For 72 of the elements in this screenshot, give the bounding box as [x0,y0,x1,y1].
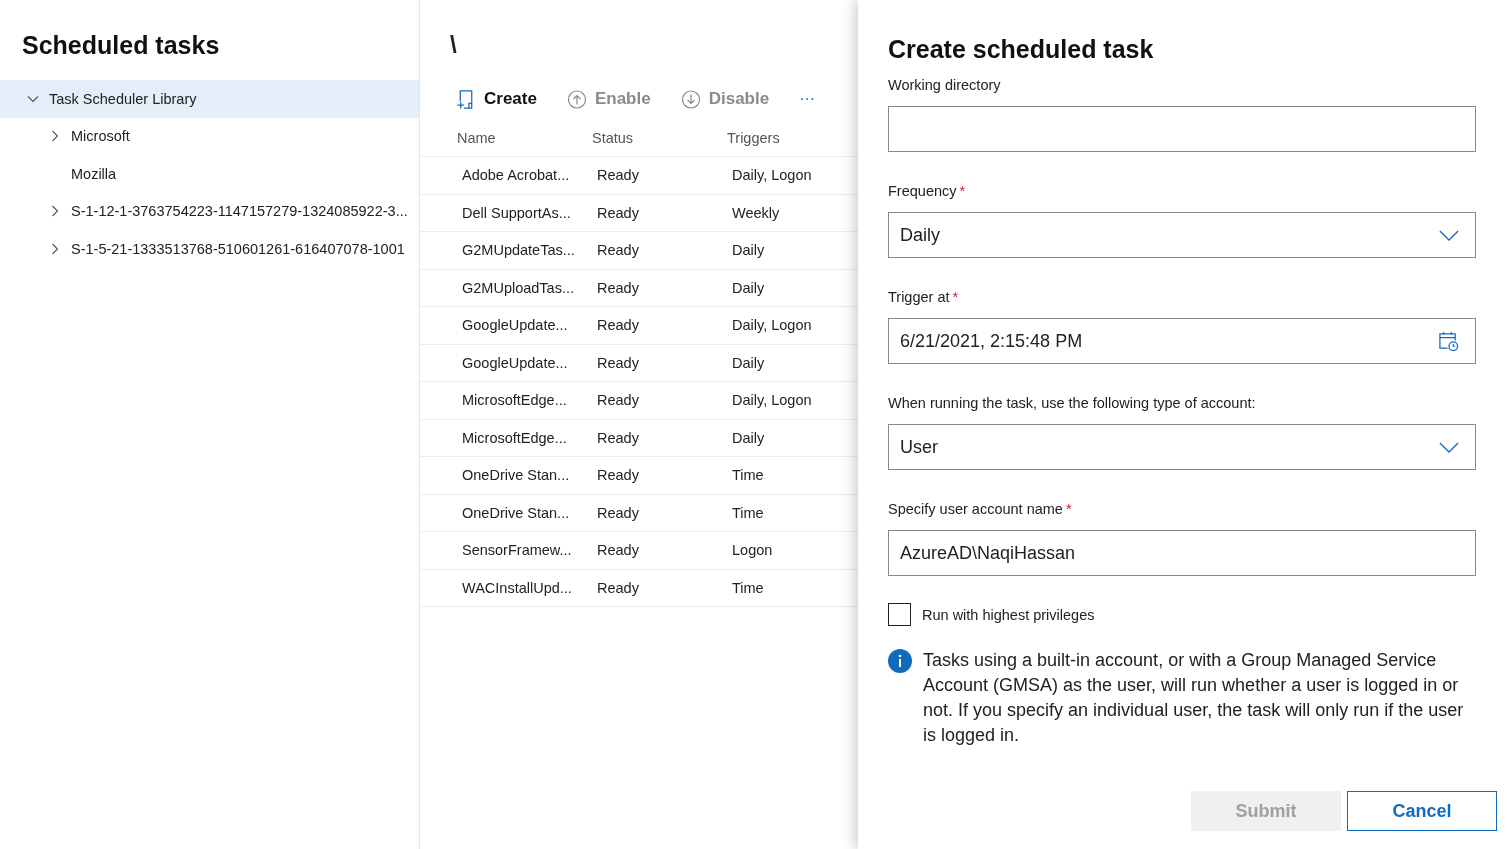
table-cell-text: MicrosoftEdge... [462,392,568,409]
table-cell-text: GoogleUpdate... [462,317,569,334]
checkbox[interactable] [888,603,911,626]
field-label: Specify user account name [888,500,1063,518]
table-cell-text: Daily, Logon [732,167,813,184]
table-cell-text: Ready [597,392,640,409]
tree-item[interactable]: S-1-5-21-1333513768-510601261-616407078-1001 [0,230,419,268]
dropdown[interactable]: User [888,424,1476,470]
required-asterisk: * [959,182,966,200]
field-label: Trigger at [888,288,950,306]
table-cell-text: Ready [597,542,640,559]
field-label: Frequency [888,182,957,200]
table-cell-text: Ready [597,279,640,296]
table-cell-text: Logon [732,542,774,559]
table-cell-text: G2MUpdateTas... [462,242,576,259]
cancel-button[interactable]: Cancel [1347,791,1497,831]
table-cell-text: SensorFramew... [462,542,573,559]
page-title: Scheduled tasks [21,30,221,61]
tree-item[interactable]: S-1-12-1-3763754223-1147157279-1324085922-3... [0,192,419,230]
table-cell-text: Daily [732,279,766,296]
table-cell-text: OneDrive Stan... [462,504,571,521]
field-label: When running the task, use the following type of account: [888,394,1256,412]
tree-item[interactable]: Task Scheduler Library [0,80,419,118]
date-picker[interactable]: 6/21/2021, 2:15:48 PM [888,318,1476,364]
table-cell-text: MicrosoftEdge... [462,429,568,446]
column-header[interactable]: Status [592,130,727,146]
table-cell-text: Daily [732,429,766,446]
table-cell-text: Daily, Logon [732,392,813,409]
toolbar-button[interactable]: Create [456,88,537,110]
checkbox-label[interactable]: Run with highest privileges [922,606,1095,623]
required-asterisk: * [1065,500,1072,518]
table-cell-text: Dell SupportAs... [462,204,572,221]
table-cell-text: Ready [597,167,640,184]
arrow-up-circle-icon [566,88,587,110]
panel-title: Create scheduled task [888,34,1155,65]
folder-path: \ [449,30,458,60]
table-cell-text: Ready [597,504,640,521]
table-cell-text: Ready [597,204,640,221]
table-cell-text: Daily [732,354,766,371]
column-header[interactable]: Triggers [727,130,858,146]
table-cell-text: Daily, Logon [732,317,813,334]
info-icon [888,649,912,673]
table-cell-text: Ready [597,242,640,259]
table-cell-text: Time [732,467,765,484]
tree-item[interactable]: Microsoft [0,117,419,155]
column-header[interactable]: Name [457,130,592,146]
info-message: Tasks using a built-in account, or with a Group Managed Service Account (GMSA) as the user, will run whether a user is logged in or not. If you specify an individual user, the task will only run if the user is logged in. [923,649,1465,747]
table-cell-text: Weekly [732,204,781,221]
table-cell-text: Ready [597,317,640,334]
table-cell-text: Time [732,579,765,596]
table-cell-text: WACInstallUpd... [462,579,573,596]
table-cell-text: OneDrive Stan... [462,467,571,484]
table-cell-text: Ready [597,429,640,446]
field-label: Working directory [888,76,1001,94]
table-cell-text: G2MUploadTas... [462,279,576,296]
dropdown[interactable]: Daily [888,212,1476,258]
chevron-down-icon [1439,229,1459,241]
input-field[interactable] [888,106,1476,152]
table-cell-text: Ready [597,579,640,596]
chevron-down-icon [1439,441,1459,453]
table-cell-text: Adobe Acrobat... [462,167,571,184]
required-asterisk: * [952,288,959,306]
table-cell-text: Ready [597,467,640,484]
more-button[interactable]: ··· [799,90,816,108]
table-cell-text: Daily [732,242,766,259]
table-cell-text: GoogleUpdate... [462,354,569,371]
table-cell-text: Time [732,504,765,521]
calendar-clock-icon [1438,330,1459,352]
table-cell-text: Ready [597,354,640,371]
arrow-down-circle-icon [680,88,701,110]
tree-item[interactable]: Mozilla [0,155,419,193]
input-field[interactable]: AzureAD\NaqiHassan [888,530,1476,576]
